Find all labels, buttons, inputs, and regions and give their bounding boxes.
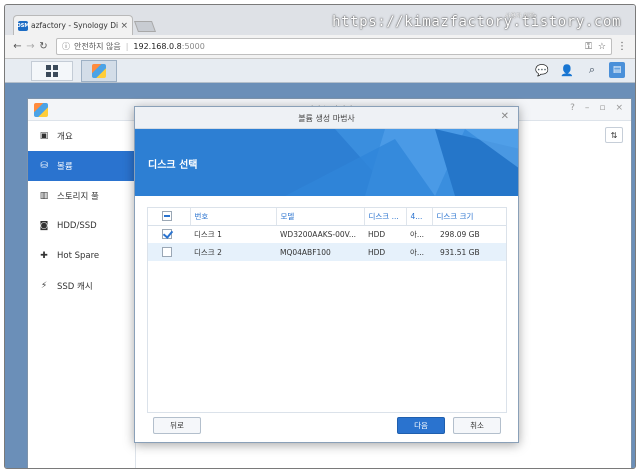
disk-table-panel: 번호 모델 디스크 ... 4... 디스크 크기 디스크 1 WD3200AAK… [147, 207, 507, 413]
reload-icon[interactable]: ↻ [37, 41, 50, 52]
bookmark-star-icon[interactable]: ☆ [598, 42, 606, 52]
volume-icon: ⛁ [40, 161, 48, 171]
ssd-cache-icon: ⚡ [40, 281, 48, 291]
url-input[interactable]: ⓘ 안전하지 않음 | 192.168.0.8:5000 ⚿ ☆ [56, 38, 612, 55]
sidebar-item-2[interactable]: ▥ 스토리지 풀 [28, 181, 135, 211]
sidebar: ▣ 개요 ⛁ 볼륨 ▥ 스토리지 풀 ◙ HDD/SSD ✚ Hot Spare ⚡ SSD 캐시 [28, 121, 136, 468]
user-icon[interactable]: 👤 [559, 62, 575, 78]
cell-type: HDD [364, 243, 406, 261]
tab-title: azfactory - Synology DiskS [31, 21, 119, 30]
taskbar-storage-manager[interactable] [81, 60, 117, 82]
address-bar: ← → ↻ ⓘ 안전하지 않음 | 192.168.0.8:5000 ⚿ ☆ ⋮ [5, 35, 635, 59]
cell-size: 298.09 GB [440, 229, 480, 239]
sidebar-item-0[interactable]: ▣ 개요 [28, 121, 135, 151]
cell-number: 디스크 2 [190, 243, 276, 261]
dsm-taskbar: 💬 👤 ⌕ ▤ [5, 59, 635, 83]
sidebar-item-label: HDD/SSD [57, 221, 97, 231]
search-icon[interactable]: ⌕ [584, 62, 600, 78]
row-checkbox-cell[interactable] [148, 243, 190, 261]
sidebar-item-5[interactable]: ⚡ SSD 캐시 [28, 271, 135, 301]
sidebar-item-label: Hot Spare [57, 251, 100, 261]
wizard-banner: 디스크 선택 [135, 129, 518, 196]
hot-spare-icon: ✚ [40, 251, 48, 261]
wizard-title: 볼륨 생성 마법사 [298, 114, 355, 123]
grid-menu-icon [46, 65, 58, 77]
table-row[interactable]: 디스크 2 MQ04ABF100 HDD 아... 931.51 GB [148, 243, 506, 261]
cell-type: HDD [368, 229, 386, 239]
wizard-close-icon[interactable]: ✕ [501, 111, 509, 122]
url-separator: | [125, 42, 129, 51]
col-model[interactable]: 모델 [275, 208, 364, 226]
cancel-button[interactable]: 취소 [453, 417, 501, 434]
table-header-row: 번호 모델 디스크 ... 4... 디스크 크기 [148, 208, 506, 226]
widgets-icon[interactable]: ▤ [609, 62, 625, 78]
sidebar-item-label: 스토리지 풀 [57, 192, 99, 202]
col-disk-type[interactable]: 디스크 ... [363, 208, 406, 226]
maximize-icon[interactable]: ▫ [599, 103, 605, 113]
info-icon[interactable]: ⓘ [62, 41, 70, 52]
select-all-cell[interactable] [148, 208, 190, 226]
hdd-icon: ◙ [39, 221, 49, 231]
col-disk-size[interactable]: 디스크 크기 [431, 208, 506, 226]
watermark-text: https://kimazfactory.tistory.com [332, 14, 621, 30]
notification-icon[interactable]: 💬 [534, 62, 550, 78]
help-icon[interactable]: ? [570, 103, 575, 113]
disk-checkbox[interactable] [162, 229, 172, 240]
wizard-step-heading: 디스크 선택 [148, 160, 198, 171]
security-label: 안전하지 않음 [74, 42, 121, 51]
url-port: :5000 [181, 42, 205, 51]
back-arrow-icon[interactable]: ← [11, 41, 24, 52]
overview-icon: ▣ [39, 131, 49, 141]
wizard-footer: 뒤로 다음 취소 [135, 414, 518, 442]
main-menu-button[interactable] [31, 61, 73, 81]
col-number[interactable]: 번호 [189, 208, 276, 226]
sidebar-item-1[interactable]: ⛁ 볼륨 [28, 151, 135, 181]
tab-close-icon[interactable]: × [120, 21, 128, 31]
close-icon[interactable]: × [615, 103, 623, 113]
minimize-icon[interactable]: – [585, 103, 590, 113]
disk-checkbox[interactable] [162, 247, 172, 257]
new-tab-button[interactable] [133, 21, 157, 32]
browser-menu-icon[interactable]: ⋮ [617, 41, 627, 52]
url-host: 192.168.0.8 [133, 42, 182, 51]
sidebar-item-label: SSD 캐시 [57, 282, 93, 292]
browser-tab[interactable]: DSM azfactory - Synology DiskS × [13, 15, 133, 35]
back-button[interactable]: 뒤로 [153, 417, 201, 434]
cell-c4: 아... [410, 229, 425, 239]
cell-number: 디스크 1 [194, 229, 222, 239]
wizard-header: 볼륨 생성 마법사 ✕ [135, 107, 518, 129]
forward-arrow-icon[interactable]: → [24, 41, 37, 52]
sort-list-icon[interactable]: ⇅ [605, 127, 623, 143]
next-button[interactable]: 다음 [397, 417, 445, 434]
sidebar-item-4[interactable]: ✚ Hot Spare [28, 241, 135, 271]
table-row[interactable]: 디스크 1 WD3200AAKS-00V... HDD 아... 298.09 GB [148, 225, 506, 243]
sidebar-item-3[interactable]: ◙ HDD/SSD [28, 211, 135, 241]
volume-creation-wizard: 볼륨 생성 마법사 ✕ 디스크 선택 번호 모델 디스크 ... 4... 디스… [134, 106, 519, 443]
row-checkbox-cell[interactable] [148, 225, 190, 243]
cell-model: WD3200AAKS-00V... [280, 229, 356, 239]
storage-pool-icon: ▥ [39, 191, 49, 201]
dsm-favicon-icon: DSM [16, 20, 30, 31]
url-text: 192.168.0.8:5000 [133, 42, 204, 51]
col-4k[interactable]: 4... [405, 208, 432, 226]
storage-manager-app-icon [92, 64, 106, 78]
cell-size: 931.51 GB [432, 243, 506, 261]
sidebar-item-label: 개요 [57, 132, 73, 142]
select-all-checkbox[interactable] [162, 211, 172, 222]
disk-table: 번호 모델 디스크 ... 4... 디스크 크기 디스크 1 WD3200AAK… [148, 208, 506, 261]
key-icon[interactable]: ⚿ [585, 42, 592, 52]
cell-c4: 아... [406, 243, 432, 261]
cell-model: MQ04ABF100 [276, 243, 364, 261]
sidebar-item-label: 볼륨 [57, 162, 73, 172]
tab-strip: DSM azfactory - Synology DiskS × 사용자 이름 … [5, 5, 635, 35]
